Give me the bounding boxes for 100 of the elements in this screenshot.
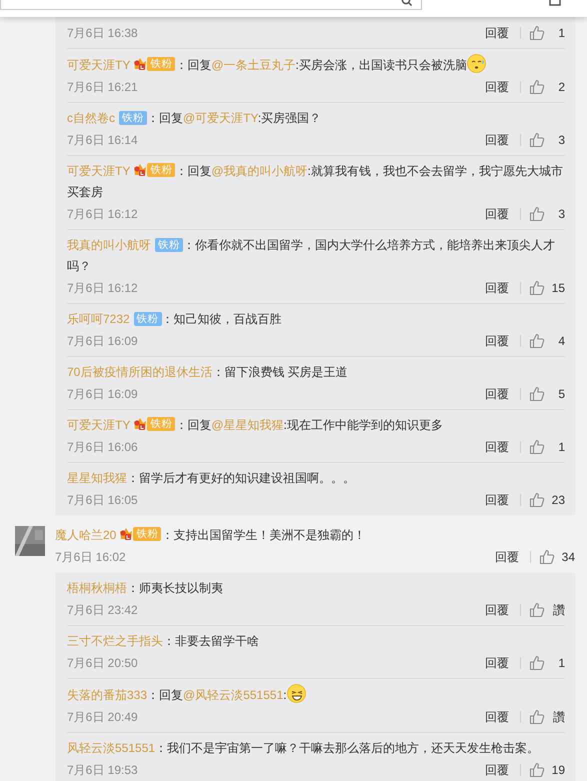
user-name[interactable]: 70后被疫情所困的退休生活: [67, 365, 212, 379]
fan-badge: 铁粉: [119, 111, 147, 125]
reply-link[interactable]: 回覆: [485, 708, 509, 726]
thumb-up-icon[interactable]: [529, 25, 545, 41]
emoji-icon: [466, 54, 486, 73]
emoji-icon: [286, 684, 306, 703]
user-name[interactable]: 魔人哈兰20: [55, 528, 116, 542]
fan-badge: 铁粉: [155, 238, 183, 252]
thumb-up-icon[interactable]: [529, 602, 545, 618]
like-count: 3: [557, 133, 565, 147]
user-name[interactable]: 风轻云淡551551: [67, 741, 156, 755]
timestamp: 7月6日 16:09: [67, 332, 139, 350]
thumb-up-icon[interactable]: [529, 492, 545, 508]
like-count: 19: [550, 763, 565, 777]
user-name[interactable]: 梧桐秋桐梧: [67, 581, 127, 595]
timestamp: 7月6日 19:53: [67, 762, 139, 778]
timestamp: 7月6日 16:09: [67, 386, 139, 402]
timestamp: 7月6日 16:05: [67, 492, 139, 508]
reply-link[interactable]: 回覆: [495, 548, 519, 566]
comment-text: 70后被疫情所困的退休生活：留下浪费钱 买房是王道: [67, 364, 349, 381]
like-count: 34: [560, 550, 575, 564]
timestamp: 7月6日 20:49: [67, 708, 139, 726]
reply-link[interactable]: 回覆: [485, 438, 509, 456]
mention-link[interactable]: @星星知我猩: [211, 418, 284, 432]
comment-text: 失落的番茄333：回复@风轻云淡551551:: [67, 684, 565, 706]
like-count: 15: [550, 281, 565, 295]
thumb-up-icon[interactable]: [539, 549, 555, 565]
like-count: 讚: [552, 708, 565, 726]
reply-link[interactable]: 回覆: [485, 762, 509, 778]
comment-text: 三寸不烂之手指头：非要去留学干啥: [67, 633, 260, 650]
thumb-up-icon[interactable]: [529, 762, 545, 778]
fan-crown-icon: [133, 416, 148, 431]
like-count: 23: [550, 493, 565, 507]
user-name[interactable]: 可爱天涯TY: [67, 418, 130, 432]
user-name[interactable]: c自然卷c: [67, 111, 115, 125]
mention-link[interactable]: @可爱天涯TY: [183, 111, 258, 125]
comment-text: 乐呵呵7232 铁粉 ：知己知彼，百战百胜: [67, 311, 283, 328]
fan-badge: 铁粉: [134, 312, 162, 326]
like-count: 2: [557, 80, 565, 94]
user-name[interactable]: 可爱天涯TY: [67, 58, 130, 72]
timestamp: 7月6日 20:50: [67, 654, 139, 672]
user-name[interactable]: 可爱天涯TY: [67, 164, 130, 178]
user-name[interactable]: 星星知我猩: [67, 471, 127, 485]
reply-link[interactable]: 回覆: [485, 492, 509, 508]
comment-text: 梧桐秋桐梧：师夷长技以制夷: [67, 580, 224, 597]
reply-link[interactable]: 回覆: [485, 280, 509, 296]
user-name[interactable]: 乐呵呵7232: [67, 312, 130, 326]
timestamp: 7月6日 16:12: [67, 206, 139, 222]
thumb-up-icon[interactable]: [529, 655, 545, 671]
fan-crown-icon: [133, 56, 148, 71]
timestamp: 7月6日 16:21: [67, 78, 139, 96]
comment-text: 可爱天涯TY 铁粉 ：回复@我真的叫小航呀:就算我有钱，我也不会去留学，我宁愿先大城市买套房: [67, 161, 564, 201]
reply-link[interactable]: 回覆: [485, 78, 509, 96]
user-name[interactable]: 我真的叫小航呀: [67, 238, 151, 252]
search-icon[interactable]: [401, 0, 413, 6]
user-name[interactable]: 三寸不烂之手指头: [67, 634, 163, 648]
like-count: 4: [557, 334, 565, 348]
reply-link[interactable]: 回覆: [485, 654, 509, 672]
like-count: 讚: [552, 602, 565, 618]
reply-link[interactable]: 回覆: [485, 602, 509, 618]
thumb-up-icon[interactable]: [529, 333, 545, 349]
thumb-up-icon[interactable]: [529, 280, 545, 296]
reply-link[interactable]: 回覆: [485, 206, 509, 222]
fan-badge: 铁粉: [147, 416, 176, 430]
timestamp: 7月6日 16:12: [67, 280, 139, 296]
reply-link[interactable]: 回覆: [485, 132, 509, 148]
like-count: 1: [557, 656, 565, 670]
reply-link[interactable]: 回覆: [485, 386, 509, 402]
comment-text: c自然卷c 铁粉 ：回复@可爱天涯TY:买房强国？: [67, 110, 322, 127]
fan-badge: 铁粉: [147, 162, 176, 176]
timestamp: 7月6日 16:14: [67, 132, 139, 148]
reply-link[interactable]: 回覆: [485, 332, 509, 350]
fan-crown-icon: [119, 526, 134, 541]
mention-link[interactable]: @风轻云淡551551: [183, 688, 284, 702]
like-count: 1: [557, 26, 565, 40]
user-name[interactable]: 失落的番茄333: [67, 688, 148, 702]
thumb-up-icon[interactable]: [529, 386, 545, 402]
mention-link[interactable]: @我真的叫小航呀: [211, 164, 308, 178]
timestamp: 7月6日 23:42: [67, 602, 139, 618]
comment-text: 风轻云淡551551：我们不是宇宙第一了嘛？干嘛去那么落后的地方，还天天发生枪击案。: [67, 740, 540, 757]
thumb-up-icon[interactable]: [529, 709, 545, 725]
comment-text: 我真的叫小航呀 铁粉 ：你看你就不出国留学，国内大学什么培养方式，能培养出来顶尖人才吗？: [67, 237, 556, 275]
fan-crown-icon: [133, 162, 148, 177]
thumb-up-icon[interactable]: [529, 79, 545, 95]
comment-text: 魔人哈兰20 铁粉 ：支持出国留学生！美洲不是独霸的！: [55, 525, 366, 544]
thumb-up-icon[interactable]: [529, 439, 545, 455]
search-field[interactable]: [0, 0, 422, 10]
fan-badge: 铁粉: [133, 526, 162, 540]
like-count: 5: [557, 387, 565, 401]
timestamp: 7月6日 16:38: [67, 24, 139, 42]
like-count: 1: [557, 440, 565, 454]
timestamp: 7月6日 16:06: [67, 438, 139, 456]
thumb-up-icon[interactable]: [529, 206, 545, 222]
reply-link[interactable]: 回覆: [485, 24, 509, 42]
comment-text: 星星知我猩：留学后才有更好的知识建设祖国啊。。。: [67, 470, 356, 487]
like-count: 3: [557, 207, 565, 221]
fan-badge: 铁粉: [147, 56, 176, 70]
timestamp: 7月6日 16:02: [55, 548, 127, 566]
thumb-up-icon[interactable]: [529, 132, 545, 148]
mention-link[interactable]: @一条土豆丸子: [211, 58, 296, 72]
